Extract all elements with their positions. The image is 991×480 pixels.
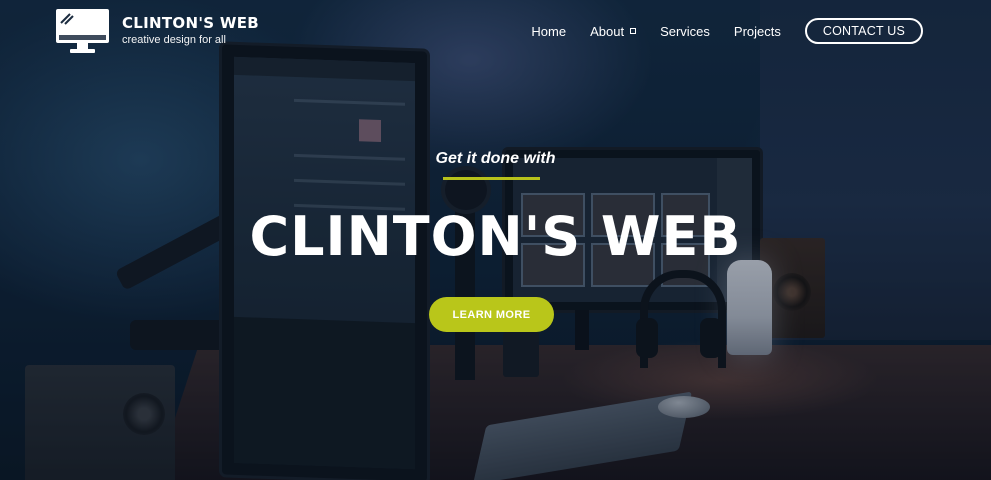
microphone [445,170,487,210]
monitor-stand [575,310,589,350]
brand-tagline: creative design for all [122,34,226,46]
nav-services[interactable]: Services [660,24,710,39]
nav-projects[interactable]: Projects [734,24,781,39]
site-header: CLINTON'S WEB creative design for all Ho… [0,0,991,64]
speaker-cone [123,393,165,435]
nav-home[interactable]: Home [531,24,566,39]
monitor-row [294,98,405,106]
headphone-cup [700,318,722,358]
learn-more-button[interactable]: LEARN MORE [429,297,554,332]
kicker-underline [443,177,540,180]
nav-services-label: Services [660,23,710,39]
contact-us-button[interactable]: CONTACT US [804,18,923,44]
headphone-cup [636,318,658,358]
hero-section: CLINTON'S WEB creative design for all Ho… [0,0,991,480]
hero-kicker: Get it done with [435,150,556,167]
hero-title: CLINTON'S WEB [249,205,742,268]
brand-name: CLINTON'S WEB [122,14,259,32]
dropdown-icon [630,28,637,34]
nav-home-label: Home [531,23,567,39]
monitor-icon [55,8,110,54]
nav-about-label: About [590,23,625,39]
speaker-cone [773,273,811,311]
monitor-bottom-panel [234,316,415,470]
left-speaker [25,365,175,480]
mug [503,332,539,377]
brand: CLINTON'S WEB creative design for all [122,14,259,48]
monitor-thumbnail [359,119,381,142]
main-nav: Home About Services Projects CONTACT US [531,18,923,44]
logo[interactable]: CLINTON'S WEB creative design for all [55,8,259,54]
nav-projects-label: Projects [733,23,781,39]
nav-about[interactable]: About [590,23,637,39]
mouse [658,396,710,418]
desk-lamp [727,260,772,355]
monitor-row [294,178,405,186]
